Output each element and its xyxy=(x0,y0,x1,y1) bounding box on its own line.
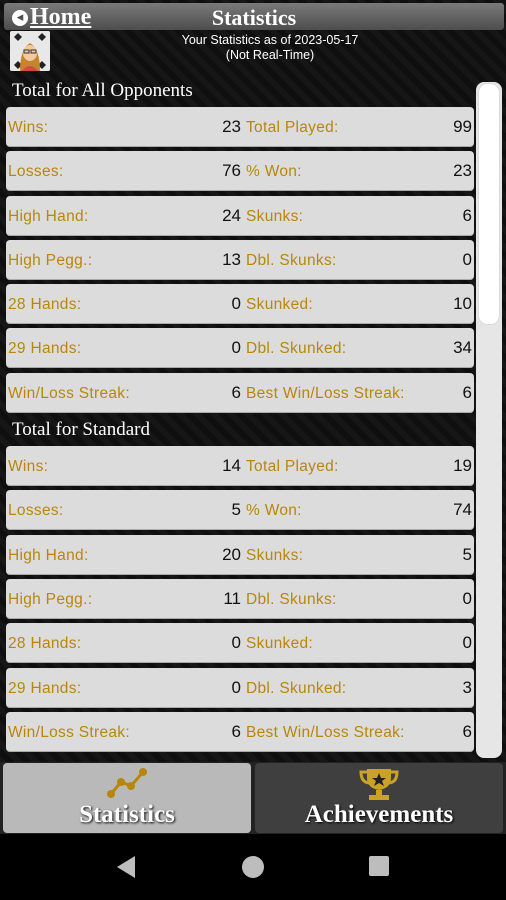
stat-value: 6 xyxy=(231,382,241,402)
stat-label: Best Win/Loss Streak: xyxy=(246,384,405,402)
scrollbar-thumb[interactable] xyxy=(479,84,499,324)
subtitle-line-2: (Not Real-Time) xyxy=(225,48,315,62)
stat-label: Wins: xyxy=(8,458,49,476)
stat-value: 0 xyxy=(462,588,472,608)
stat-row: High Hand: 24 Skunks: 6 xyxy=(6,195,474,236)
stat-label: Skunks: xyxy=(246,207,304,225)
stat-value: 0 xyxy=(231,294,241,314)
stat-value: 24 xyxy=(222,205,241,225)
section-header-all-opponents: Total for All Opponents xyxy=(12,80,193,101)
stat-value: 0 xyxy=(231,677,241,697)
recent-apps-icon[interactable] xyxy=(369,856,389,876)
stat-value: 6 xyxy=(462,382,472,402)
stats-date-subtitle: Your Statistics as of 2023-05-17 (Not Re… xyxy=(100,33,440,63)
stat-value: 76 xyxy=(222,161,241,181)
stat-label: Wins: xyxy=(8,119,49,136)
stat-row: High Pegg.: 13 Dbl. Skunks: 0 xyxy=(6,239,474,280)
stat-label: Total Played: xyxy=(246,119,339,136)
bottom-tab-bar: Statistics Achievements xyxy=(0,762,506,834)
stat-label: High Hand: xyxy=(8,546,89,564)
section-header-standard: Total for Standard xyxy=(12,419,150,441)
stat-label: Win/Loss Streak: xyxy=(8,723,130,741)
stat-row: Win/Loss Streak: 6 Best Win/Loss Streak:… xyxy=(6,372,474,413)
stat-row: 28 Hands: 0 Skunked: 10 xyxy=(6,284,474,325)
stat-value: 10 xyxy=(453,294,472,314)
stat-value: 23 xyxy=(222,117,241,136)
trophy-icon xyxy=(359,769,399,800)
stat-label: Losses: xyxy=(8,163,64,181)
stat-label: Best Win/Loss Streak: xyxy=(246,723,405,741)
stat-label: % Won: xyxy=(246,163,302,181)
stat-row: High Hand: 20 Skunks: 5 xyxy=(6,534,474,575)
stat-value: 5 xyxy=(231,500,241,520)
stat-value: 6 xyxy=(231,721,241,741)
scrollbar[interactable] xyxy=(476,82,502,758)
stat-label: High Pegg.: xyxy=(8,251,93,269)
stat-label: 29 Hands: xyxy=(8,340,82,358)
stat-row: Wins: 23 Total Played: 99 xyxy=(6,107,474,147)
stat-label: 28 Hands: xyxy=(8,635,82,653)
stat-label: Skunks: xyxy=(246,546,304,564)
stats-scroll-area[interactable]: Total for All Opponents Wins: 23 Total P… xyxy=(0,78,506,760)
stat-label: Win/Loss Streak: xyxy=(8,384,130,402)
tab-statistics[interactable]: Statistics xyxy=(3,763,251,833)
stat-value: 14 xyxy=(222,456,241,476)
tab-label-statistics: Statistics xyxy=(79,801,175,828)
stat-row: 29 Hands: 0 Dbl. Skunked: 3 xyxy=(6,667,474,708)
chart-line-icon xyxy=(107,768,147,798)
stat-value: 99 xyxy=(453,117,472,136)
stat-value: 19 xyxy=(453,456,472,476)
stat-value: 0 xyxy=(231,338,241,358)
stat-value: 20 xyxy=(222,544,241,564)
stat-value: 0 xyxy=(462,633,472,653)
stat-value: 34 xyxy=(453,338,472,358)
stat-row: 29 Hands: 0 Dbl. Skunked: 34 xyxy=(6,328,474,369)
stat-label: High Pegg.: xyxy=(8,590,93,608)
stat-row: Wins: 14 Total Played: 19 xyxy=(6,446,474,487)
stat-row: 28 Hands: 0 Skunked: 0 xyxy=(6,623,474,664)
stat-label: Dbl. Skunked: xyxy=(246,340,347,358)
stat-value: 6 xyxy=(462,721,472,741)
stat-label: Dbl. Skunks: xyxy=(246,251,337,269)
stat-label: 29 Hands: xyxy=(8,679,82,697)
stat-label: Losses: xyxy=(8,502,64,520)
stat-label: Skunked: xyxy=(246,635,314,653)
back-triangle-icon[interactable] xyxy=(115,854,137,880)
stat-value: 0 xyxy=(462,249,472,269)
stat-value: 3 xyxy=(462,677,472,697)
stat-value: 5 xyxy=(462,544,472,564)
tab-label-achievements: Achievements xyxy=(304,801,454,828)
stat-value: 74 xyxy=(453,500,472,520)
home-circle-icon[interactable] xyxy=(242,856,264,878)
stat-label: % Won: xyxy=(246,502,302,520)
stat-value: 13 xyxy=(222,249,241,269)
stat-row: Losses: 76 % Won: 23 xyxy=(6,151,474,192)
stat-label: Dbl. Skunked: xyxy=(246,679,347,697)
stat-value: 6 xyxy=(462,205,472,225)
stat-label: 28 Hands: xyxy=(8,296,82,314)
stat-row: Win/Loss Streak: 6 Best Win/Loss Streak:… xyxy=(6,711,474,752)
stat-value: 23 xyxy=(453,161,472,181)
stat-value: 11 xyxy=(223,588,241,608)
avatar-icon xyxy=(10,31,50,71)
page-title: Statistics xyxy=(211,5,297,30)
stat-row: High Pegg.: 11 Dbl. Skunks: 0 xyxy=(6,578,474,619)
tab-achievements[interactable]: Achievements xyxy=(255,763,503,833)
android-nav-bar xyxy=(0,834,506,900)
stat-label: Skunked: xyxy=(246,296,314,314)
stat-value: 0 xyxy=(231,633,241,653)
title-bar: ◂ Home Statistics xyxy=(4,3,504,30)
stat-row: Losses: 5 % Won: 74 xyxy=(6,490,474,531)
screen: ◂ Home Statistics Your Statistics as of … xyxy=(0,0,506,900)
avatar[interactable] xyxy=(10,31,50,71)
stat-label: High Hand: xyxy=(8,207,89,225)
subtitle-line-1: Your Statistics as of 2023-05-17 xyxy=(181,33,359,47)
stat-label: Total Played: xyxy=(246,458,339,476)
stat-label: Dbl. Skunks: xyxy=(246,590,337,608)
